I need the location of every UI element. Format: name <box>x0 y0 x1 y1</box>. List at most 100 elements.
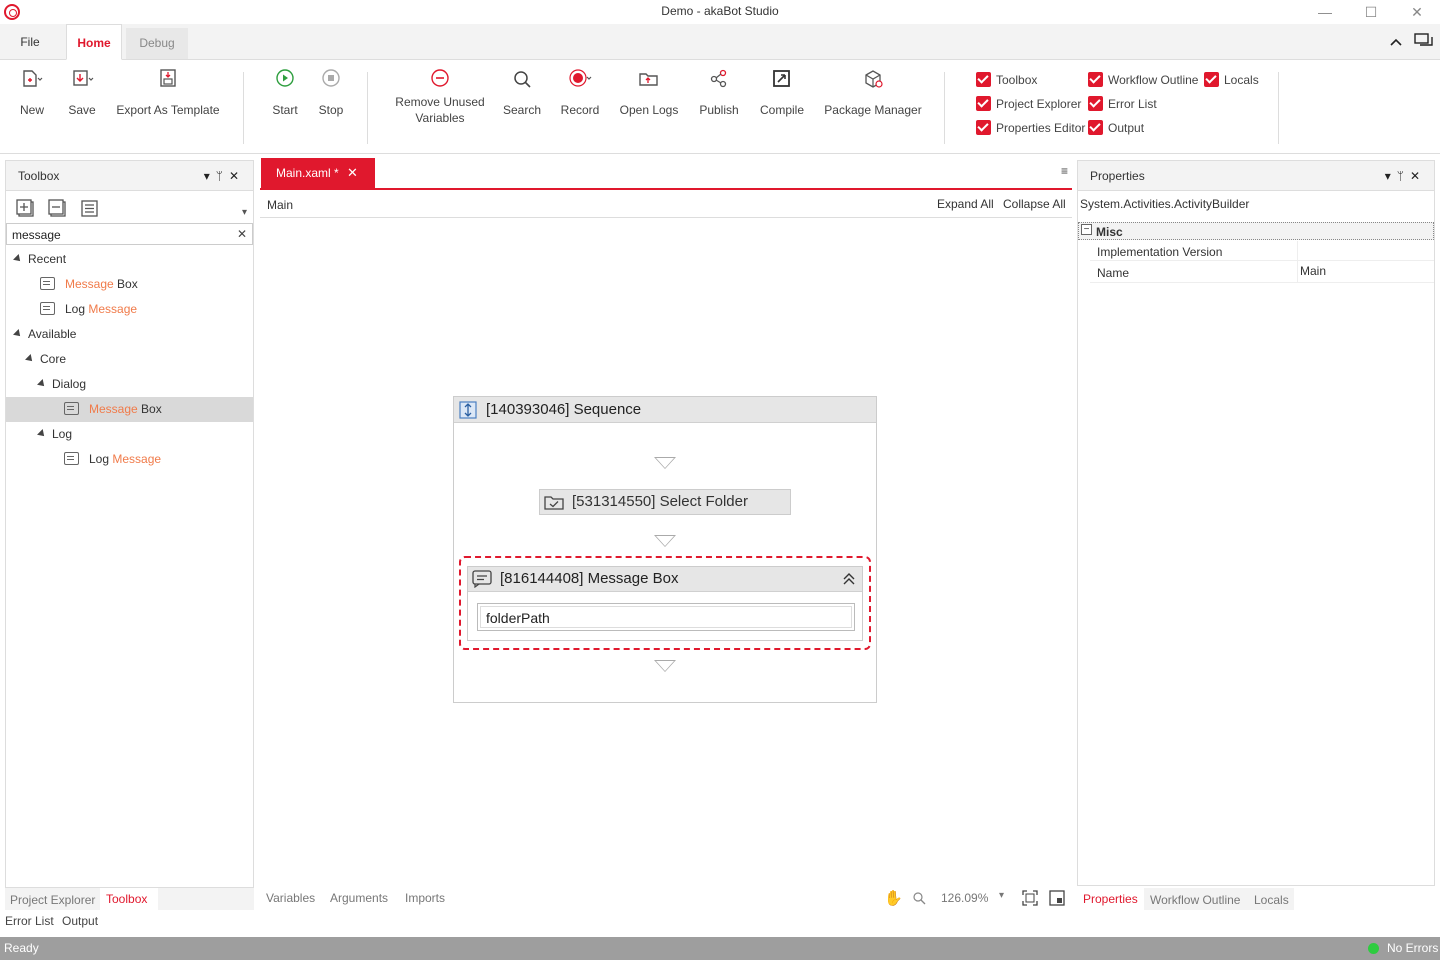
tab-list-dropdown-icon[interactable]: ≡ <box>1061 164 1068 178</box>
message-text-field[interactable]: folderPath <box>477 603 855 631</box>
tree-node-dialog[interactable]: Dialog <box>6 372 253 397</box>
open-logs-button[interactable]: Open Logs <box>618 66 680 118</box>
tab-debug[interactable]: Debug <box>126 28 188 59</box>
start-label: Start <box>272 103 298 117</box>
list-view-icon[interactable] <box>80 199 100 219</box>
tab-file[interactable]: File <box>8 24 52 59</box>
drop-point-triangle-icon[interactable] <box>654 457 676 469</box>
search-button[interactable]: Search <box>502 66 542 118</box>
expand-all-link[interactable]: Expand All <box>937 197 994 211</box>
tree-label: Log <box>89 452 113 466</box>
toggle-project-explorer[interactable]: Project Explorer <box>976 96 1081 114</box>
drop-point-triangle-icon[interactable] <box>654 660 676 672</box>
remove-unused-variables-button[interactable]: Remove Unused Variables <box>390 66 490 126</box>
folder-open-icon <box>639 73 658 86</box>
overflow-icon[interactable]: ▾ <box>242 207 247 218</box>
expand-all-icon[interactable] <box>16 199 36 219</box>
tree-item-message-box-selected[interactable]: Message Box <box>6 397 253 422</box>
minimize-button[interactable]: — <box>1302 2 1348 22</box>
toggle-properties-editor[interactable]: Properties Editor <box>976 120 1085 138</box>
collapse-all-link[interactable]: Collapse All <box>1003 197 1066 211</box>
search-icon <box>514 71 531 88</box>
tree-item-log-message-recent[interactable]: Log Message <box>6 297 253 322</box>
tree-label-highlight: Message <box>112 452 162 466</box>
dropdown-arrow-icon[interactable]: ▾ <box>1385 169 1397 183</box>
message-box-activity[interactable]: [816144408] Message Box folderPath <box>467 566 863 641</box>
error-status-text[interactable]: No Errors <box>1387 937 1438 960</box>
tree-node-available[interactable]: Available <box>6 322 253 347</box>
tab-project-explorer[interactable]: Project Explorer <box>10 893 95 907</box>
tab-main-xaml[interactable]: Main.xaml * ✕ <box>261 158 375 188</box>
save-button[interactable]: Save <box>62 66 102 118</box>
close-icon[interactable]: ✕ <box>229 169 245 183</box>
collapse-category-icon[interactable]: − <box>1081 224 1092 235</box>
toggle-workflow-outline[interactable]: Workflow Outline <box>1088 72 1198 90</box>
property-row[interactable]: Name Main <box>1090 261 1434 283</box>
tree-node-core[interactable]: Core <box>6 347 253 372</box>
property-value[interactable]: Main <box>1300 264 1326 278</box>
fit-to-screen-icon[interactable] <box>1022 890 1038 906</box>
toggle-output[interactable]: Output <box>1088 120 1144 138</box>
close-window-button[interactable]: ✕ <box>1394 2 1440 22</box>
sequence-activity[interactable]: [140393046] Sequence [531314550] Select … <box>453 396 877 703</box>
tab-arguments[interactable]: Arguments <box>330 891 388 905</box>
select-folder-activity[interactable]: [531314550] Select Folder <box>539 489 791 515</box>
new-label: New <box>19 103 44 117</box>
package-manager-button[interactable]: Package Manager <box>822 66 924 118</box>
tab-properties[interactable]: Properties <box>1083 892 1138 906</box>
window-title: Demo - akaBot Studio <box>661 4 779 18</box>
tree-item-message-box-recent[interactable]: Message Box <box>6 272 253 297</box>
zoom-level[interactable]: 126.09% <box>941 891 988 905</box>
sequence-header[interactable]: [140393046] Sequence <box>454 397 876 423</box>
compile-button[interactable]: Compile <box>756 66 808 118</box>
close-icon[interactable]: ✕ <box>1410 169 1426 183</box>
export-template-button[interactable]: Export As Template <box>114 66 222 118</box>
collapse-activity-icon[interactable] <box>842 572 856 586</box>
tab-variables[interactable]: Variables <box>266 891 315 905</box>
drop-point-triangle-icon[interactable] <box>654 535 676 547</box>
tab-imports[interactable]: Imports <box>405 891 445 905</box>
tab-toolbox[interactable]: Toolbox <box>106 892 147 906</box>
toggle-toolbox[interactable]: Toolbox <box>976 72 1037 90</box>
close-tab-icon[interactable]: ✕ <box>347 158 358 188</box>
stop-button[interactable]: Stop <box>311 66 351 118</box>
export-template-icon <box>160 69 176 87</box>
category-misc[interactable]: − Misc <box>1078 222 1434 240</box>
expanded-triangle-icon <box>37 379 47 389</box>
overview-map-icon[interactable] <box>1049 890 1065 906</box>
tab-workflow-outline[interactable]: Workflow Outline <box>1150 893 1240 907</box>
collapse-ribbon-icon[interactable] <box>1388 34 1404 50</box>
property-row[interactable]: Implementation Version <box>1090 241 1434 261</box>
dropdown-arrow-icon[interactable]: ▾ <box>204 169 216 183</box>
tab-output[interactable]: Output <box>62 914 98 928</box>
start-button[interactable]: Start <box>265 66 305 118</box>
record-button[interactable]: Record <box>558 66 602 118</box>
column-divider <box>1297 261 1298 283</box>
message-box-header[interactable]: [816144408] Message Box <box>468 567 862 592</box>
clear-search-icon[interactable]: ✕ <box>237 227 247 241</box>
tree-item-log-message[interactable]: Log Message <box>6 447 253 472</box>
breadcrumb[interactable]: Main <box>267 198 293 212</box>
toggle-locals[interactable]: Locals <box>1204 72 1259 90</box>
pin-icon[interactable]: ᛘ <box>216 169 229 183</box>
zoom-icon[interactable] <box>912 891 928 907</box>
tree-node-log[interactable]: Log <box>6 422 253 447</box>
stop-label: Stop <box>318 103 344 117</box>
tree-node-recent[interactable]: Recent <box>6 247 253 272</box>
publish-button[interactable]: Publish <box>696 66 742 118</box>
comments-icon[interactable] <box>1414 32 1434 50</box>
hand-pan-icon[interactable]: ✋ <box>884 889 903 907</box>
tree-label: Box <box>137 402 162 416</box>
zoom-dropdown-icon[interactable]: ▾ <box>999 890 1004 901</box>
toolbox-search-input[interactable]: message ✕ <box>6 223 253 245</box>
new-button[interactable]: New <box>12 66 52 118</box>
designer-canvas[interactable]: [140393046] Sequence [531314550] Select … <box>260 218 1072 888</box>
toggle-error-list[interactable]: Error List <box>1088 96 1157 114</box>
pin-icon[interactable]: ᛘ <box>1397 169 1410 183</box>
maximize-button[interactable]: ☐ <box>1348 2 1394 22</box>
collapse-all-icon[interactable] <box>48 199 68 219</box>
tab-error-list[interactable]: Error List <box>5 914 54 928</box>
tab-home[interactable]: Home <box>66 24 122 60</box>
tab-locals[interactable]: Locals <box>1254 893 1289 907</box>
package-icon <box>865 70 883 88</box>
